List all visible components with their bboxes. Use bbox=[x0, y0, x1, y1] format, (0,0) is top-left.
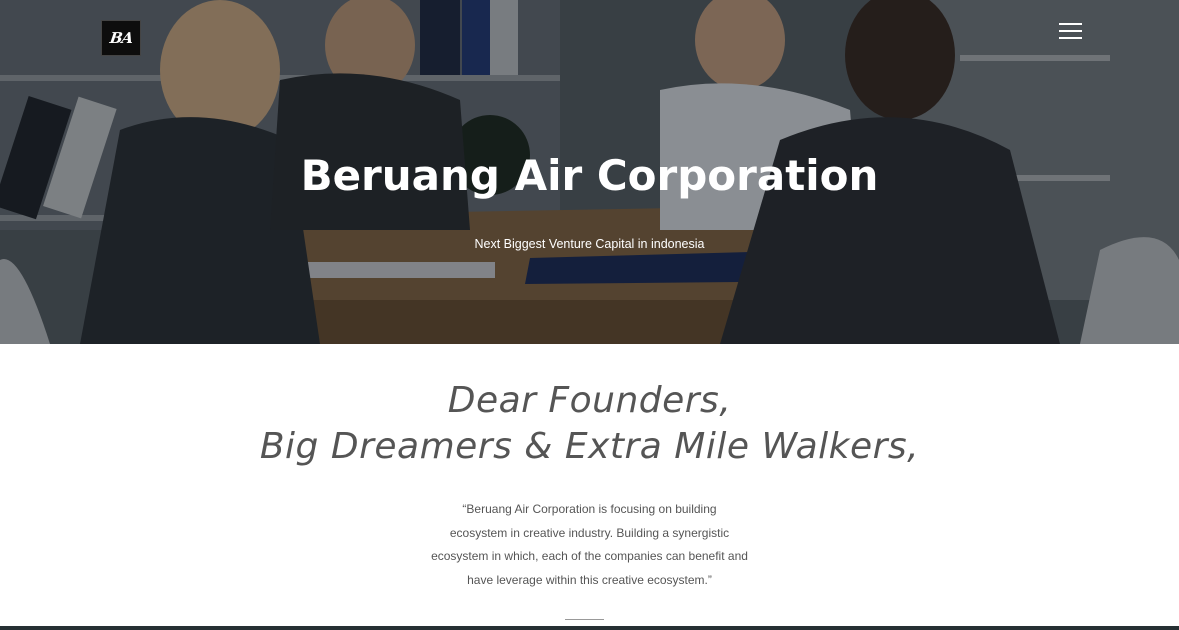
hero-subtitle: Next Biggest Venture Capital in indonesi… bbox=[474, 237, 705, 251]
headline-line-1: Dear Founders, bbox=[447, 380, 732, 421]
menu-bar-middle bbox=[1059, 30, 1082, 32]
quote-line: ecosystem in which, each of the companie… bbox=[431, 549, 748, 563]
intro-section: Dear Founders, Big Dreamers & Extra Mile… bbox=[0, 344, 1179, 626]
hero-title: Beruang Air Corporation bbox=[300, 151, 879, 200]
hamburger-menu-icon[interactable] bbox=[1059, 22, 1082, 40]
company-logo[interactable]: BA bbox=[101, 20, 141, 56]
quote-line: ecosystem in creative industry. Building… bbox=[449, 525, 730, 540]
headline-line-2: Big Dreamers & Extra Mile Walkers, bbox=[259, 426, 920, 467]
menu-bar-top bbox=[1059, 23, 1082, 25]
mission-quote: “Beruang Air Corporation is focusing on … bbox=[0, 498, 1179, 592]
footer-strip bbox=[0, 626, 1179, 630]
logo-mark: BA bbox=[108, 29, 134, 47]
quote-line: have leverage within this creative ecosy… bbox=[467, 572, 712, 587]
hero-section: BA Beruang Air Corporation Next Biggest … bbox=[0, 0, 1179, 344]
menu-bar-bottom bbox=[1059, 37, 1082, 39]
quote-line: “Beruang Air Corporation is focusing on … bbox=[462, 502, 717, 516]
section-divider bbox=[565, 619, 604, 620]
